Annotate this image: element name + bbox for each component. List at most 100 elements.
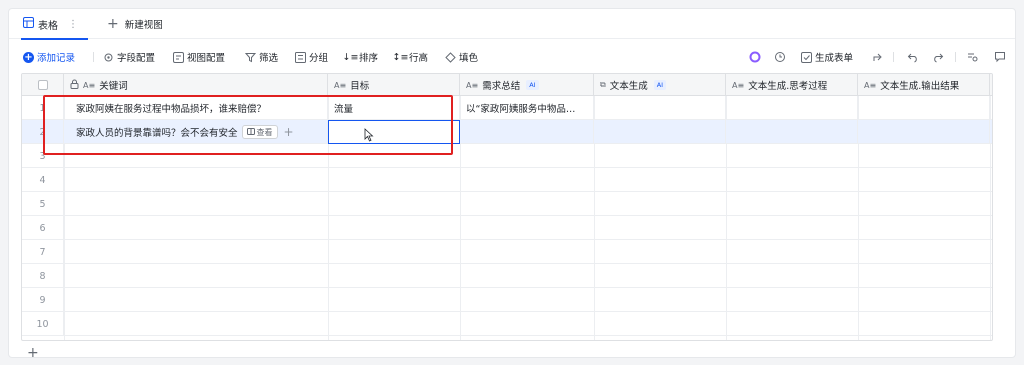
- sort-button[interactable]: ↓≡ 排序: [342, 48, 379, 66]
- fill-color-button[interactable]: 填色: [445, 48, 478, 66]
- column-label: 需求总结: [482, 81, 521, 92]
- table-row[interactable]: 3: [22, 144, 992, 168]
- field-config-button[interactable]: 字段配置: [103, 48, 155, 66]
- toolbar-divider: [893, 52, 894, 62]
- cell-output[interactable]: [858, 96, 990, 120]
- row-height-button[interactable]: ↕≡ 行高: [393, 48, 429, 66]
- tab-label: 表格: [38, 20, 58, 32]
- ai-assistant-icon[interactable]: [746, 48, 764, 66]
- history-icon[interactable]: [771, 48, 789, 66]
- view-config-button[interactable]: 视图配置: [173, 48, 225, 66]
- table-row[interactable]: 8: [22, 264, 992, 288]
- filter-icon: [245, 52, 256, 63]
- add-record-label: 添加记录: [37, 53, 76, 64]
- generate-form-button[interactable]: 生成表单: [801, 48, 853, 66]
- filter-button[interactable]: 筛选: [245, 48, 278, 66]
- toolbar-divider: [955, 52, 956, 62]
- text-field-icon: A≡: [732, 80, 745, 90]
- cell-text-gen[interactable]: [594, 96, 726, 120]
- table-row[interactable]: 1 家政阿姨在服务过程中物品损坏，谁来赔偿？ 流量 以“家政阿姨服务中物品…: [22, 96, 992, 120]
- toolbar-divider: [93, 52, 94, 62]
- row-number: 5: [22, 192, 64, 216]
- cell-thinking[interactable]: [726, 96, 858, 120]
- fill-color-label: 填色: [459, 53, 479, 64]
- search-icon[interactable]: [964, 48, 982, 66]
- cell-text-gen[interactable]: [594, 120, 726, 144]
- tab-more-icon[interactable]: ⋮: [68, 19, 78, 30]
- cell-keyword[interactable]: 家政阿姨在服务过程中物品损坏，谁来赔偿？: [64, 96, 328, 120]
- copy-field-icon: ⧉: [600, 80, 606, 89]
- add-record-button[interactable]: + 添加记录: [23, 48, 75, 66]
- comment-icon[interactable]: [991, 48, 1009, 66]
- column-header-summary[interactable]: A≡ 需求总结 AI: [460, 74, 594, 96]
- add-row-button[interactable]: +: [27, 345, 39, 361]
- column-label: 关键词: [99, 81, 128, 92]
- data-grid: A≡ 关键词 A≡ 目标 A≡ 需求总结 AI ⧉ 文本生成 AI A≡ 文本生…: [21, 73, 993, 341]
- column-header-thinking[interactable]: A≡ 文本生成.思考过程: [726, 74, 858, 96]
- table-row[interactable]: 4: [22, 168, 992, 192]
- text-field-icon: A≡: [334, 80, 347, 90]
- table-row-selected[interactable]: 2 家政人员的背景靠谱吗？会不会有安全 查看 +: [22, 120, 992, 144]
- sort-label: 排序: [359, 53, 379, 64]
- undo-icon[interactable]: [904, 48, 922, 66]
- column-label: 目标: [350, 81, 370, 92]
- ai-badge: AI: [653, 80, 667, 90]
- row-number: 9: [22, 288, 64, 312]
- text-field-icon: A≡: [83, 80, 96, 90]
- row-number: 8: [22, 264, 64, 288]
- table-row[interactable]: 9: [22, 288, 992, 312]
- row-number: 6: [22, 216, 64, 240]
- row-add-icon[interactable]: +: [284, 125, 294, 139]
- add-circle-icon: +: [23, 51, 34, 63]
- row-number: 1: [22, 96, 64, 120]
- plus-icon: +: [107, 16, 119, 32]
- redo-icon[interactable]: [929, 48, 947, 66]
- gear-icon: [103, 52, 114, 63]
- view-label: 查看: [256, 127, 273, 137]
- ai-badge: AI: [526, 80, 539, 90]
- table-row[interactable]: 5: [22, 192, 992, 216]
- row-number: 2: [22, 120, 64, 144]
- lock-icon: [70, 79, 79, 92]
- row-number: 7: [22, 240, 64, 264]
- expand-record-button[interactable]: 查看: [241, 125, 278, 139]
- table-row[interactable]: 6: [22, 216, 992, 240]
- cell-summary[interactable]: 以“家政阿姨服务中物品…: [460, 96, 594, 120]
- table-row[interactable]: 10: [22, 312, 992, 336]
- sort-icon: ↓≡: [342, 51, 359, 63]
- row-number: 4: [22, 168, 64, 192]
- table-row[interactable]: 7: [22, 240, 992, 264]
- table-icon: [23, 17, 34, 31]
- view-config-icon: [173, 51, 184, 63]
- field-config-label: 字段配置: [117, 53, 156, 64]
- column-header-goal[interactable]: A≡ 目标: [328, 74, 460, 96]
- select-all-checkbox[interactable]: [37, 80, 48, 90]
- cell-keyword[interactable]: 家政人员的背景靠谱吗？会不会有安全 查看 +: [64, 120, 328, 144]
- cell-keyword-text: 家政人员的背景靠谱吗？会不会有安全: [76, 128, 238, 139]
- column-header-keyword[interactable]: A≡ 关键词: [64, 74, 328, 96]
- column-header-output[interactable]: A≡ 文本生成.输出结果: [858, 74, 990, 96]
- group-button[interactable]: 分组: [295, 48, 328, 66]
- app-window: 表格 ⋮ + 新建视图 + 添加记录 字段配置 视图配置 筛选 分组 ↓≡ 排序…: [8, 8, 1016, 361]
- column-label: 文本生成.输出结果: [880, 81, 960, 92]
- row-height-label: 行高: [409, 53, 429, 64]
- new-view-button[interactable]: + 新建视图: [103, 9, 163, 39]
- cell-thinking[interactable]: [726, 120, 858, 144]
- cell-summary[interactable]: [460, 120, 594, 144]
- cell-goal[interactable]: 流量: [328, 96, 460, 120]
- active-cell-editor[interactable]: [328, 120, 460, 144]
- cell-output[interactable]: [858, 120, 990, 144]
- paint-bucket-icon: [445, 51, 456, 63]
- column-header-text-gen[interactable]: ⧉ 文本生成 AI: [594, 74, 726, 96]
- row-number: 3: [22, 144, 64, 168]
- tab-table[interactable]: 表格 ⋮: [17, 9, 92, 40]
- text-field-icon: A≡: [864, 80, 877, 90]
- column-label: 文本生成: [609, 81, 648, 92]
- mouse-cursor-icon: [364, 128, 374, 145]
- form-icon: [801, 51, 812, 63]
- share-icon[interactable]: [869, 48, 887, 66]
- add-column-button[interactable]: +: [990, 74, 992, 96]
- view-tabs: 表格 ⋮ + 新建视图: [9, 9, 1015, 40]
- generate-form-label: 生成表单: [815, 53, 854, 64]
- column-label: 文本生成.思考过程: [748, 81, 828, 92]
